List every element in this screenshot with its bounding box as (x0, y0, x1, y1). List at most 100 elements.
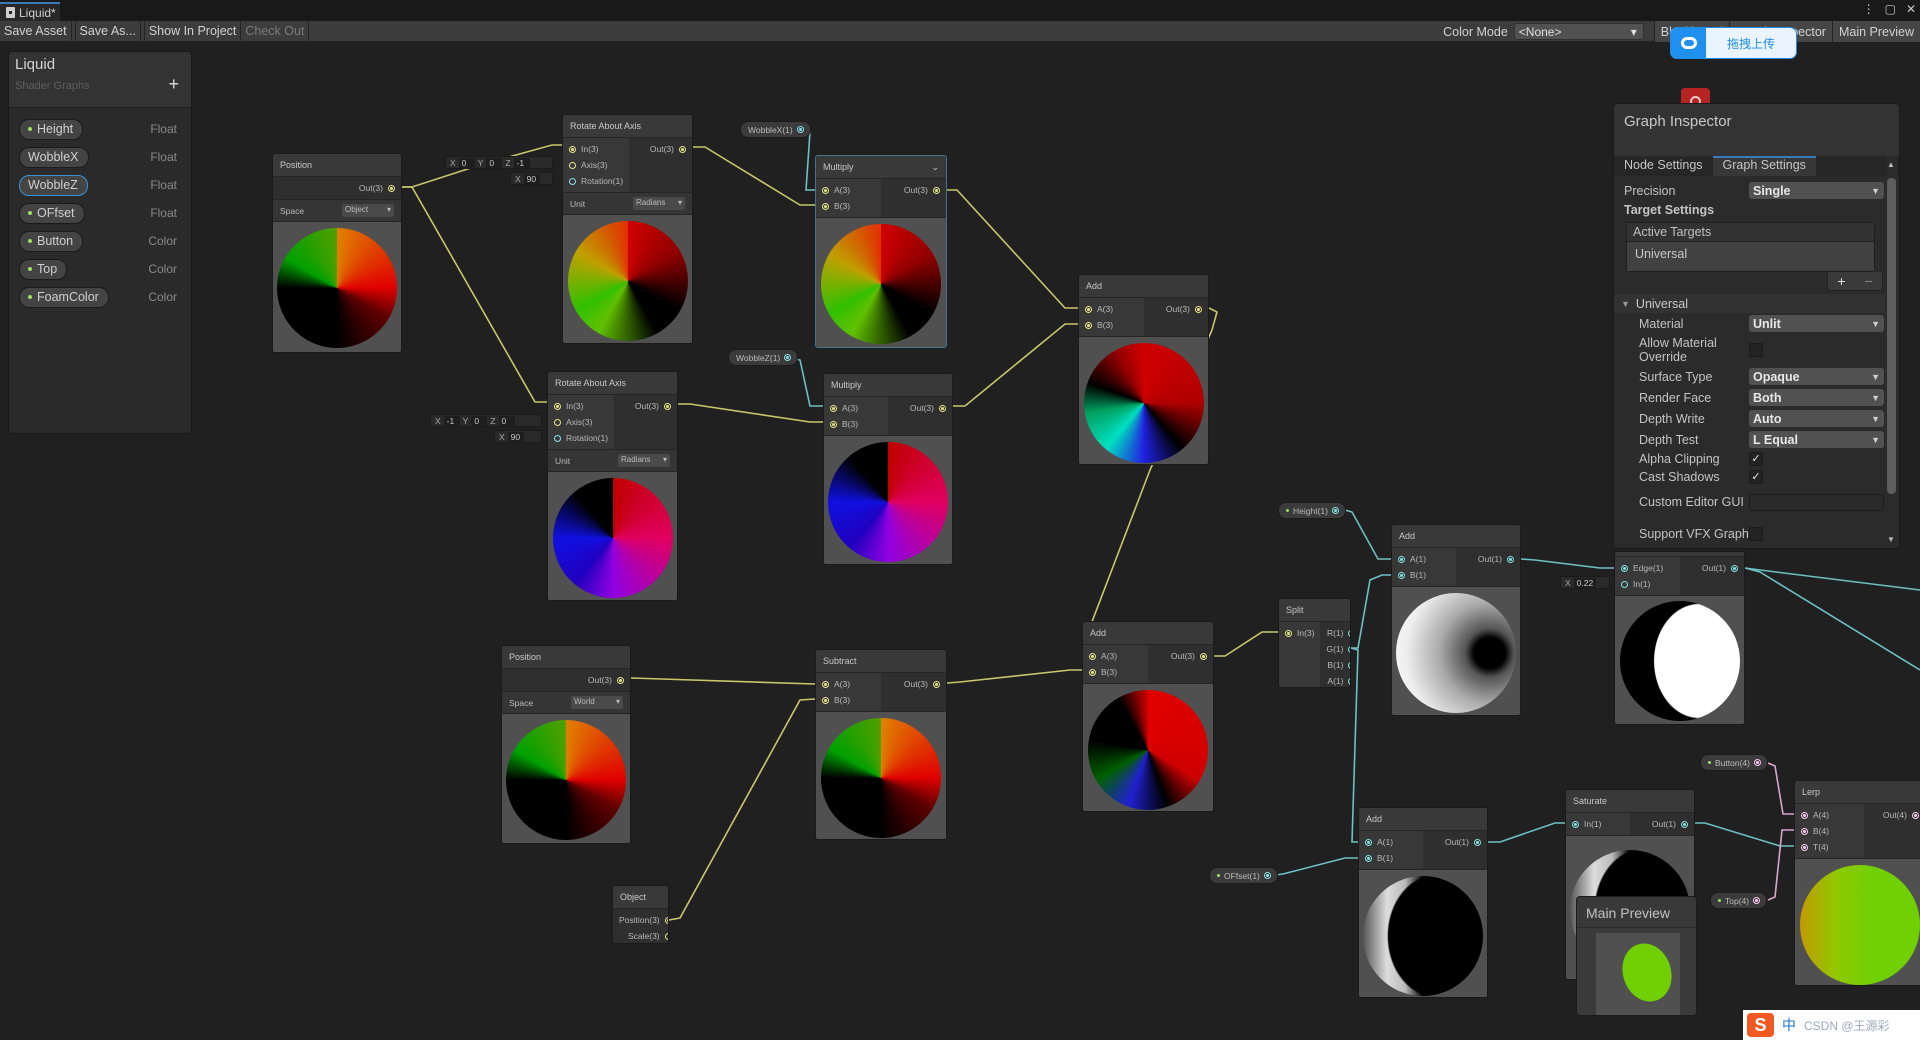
property-pill-offset[interactable]: OFfset (19, 202, 85, 224)
node-position-object[interactable]: Position Out(3) Space Object ▾ (272, 153, 402, 353)
unit-dropdown[interactable]: Radians ▾ (618, 454, 670, 467)
port-dot-icon[interactable] (1474, 838, 1481, 846)
port-dot-icon[interactable] (1801, 827, 1808, 835)
port-dot-icon[interactable] (554, 402, 561, 410)
port-a[interactable]: A(4) (1795, 807, 1864, 823)
universal-section-header[interactable]: ▼ Universal (1614, 294, 1885, 313)
port-dot-icon[interactable] (1195, 305, 1202, 313)
port-out[interactable]: Out(3) (502, 672, 630, 688)
property-node-button[interactable]: Button(4) (1700, 754, 1768, 771)
support-vfx-graph-checkbox[interactable] (1749, 527, 1763, 541)
property-row[interactable]: Top Color (9, 255, 191, 283)
property-pill-top[interactable]: Top (19, 258, 68, 280)
port-out[interactable]: Out(1) (1423, 834, 1487, 850)
property-row[interactable]: WobbleX Float (9, 143, 191, 171)
port-dot-icon[interactable] (1089, 668, 1096, 676)
node-add[interactable]: Add A(1) B(1) Out(1) (1358, 807, 1488, 998)
rotation-x-value[interactable]: 90 (507, 431, 524, 442)
precision-dropdown[interactable]: Single ▼ (1749, 182, 1884, 199)
sogou-logo-icon[interactable]: S (1747, 1013, 1774, 1037)
port-out[interactable]: Out(3) (273, 180, 401, 196)
port-a[interactable]: A(3) (1083, 648, 1148, 664)
node-multiply[interactable]: Multiply ⌄ A(3) B(3) Out(3) (815, 155, 947, 348)
rotation-input-field[interactable]: X 90 (510, 172, 553, 185)
port-axis[interactable]: Axis(3) (548, 414, 614, 430)
property-node-top[interactable]: Top(4) (1710, 892, 1768, 909)
port-dot-icon[interactable] (1621, 580, 1628, 588)
color-mode-select[interactable]: <None> ▾ (1513, 23, 1644, 40)
show-in-project-button[interactable]: Show In Project (145, 20, 242, 42)
port-dot-icon[interactable] (796, 126, 804, 133)
property-node-wobblez[interactable]: WobbleZ(1) (728, 349, 799, 366)
node-subtract[interactable]: Subtract A(3) B(3) Out(3) (815, 649, 947, 840)
in-x-value[interactable]: 0.22 (1573, 577, 1597, 588)
port-out[interactable]: Out(4) (1864, 807, 1920, 823)
port-dot-icon[interactable] (1801, 811, 1808, 819)
property-pill-wobblez[interactable]: WobbleZ (19, 174, 88, 196)
surface-type-dropdown[interactable]: Opaque ▼ (1749, 368, 1884, 385)
node-split[interactable]: Split In(3) R(1) G(1) B(1) A(1) (1278, 598, 1351, 688)
axis-input-field[interactable]: X0 Y0 Z -1 (445, 156, 553, 169)
port-dot-icon[interactable] (822, 186, 829, 194)
property-pill-button[interactable]: Button (19, 230, 84, 252)
render-face-dropdown[interactable]: Both ▼ (1749, 389, 1884, 406)
add-target-button[interactable]: + (1837, 273, 1845, 289)
port-out[interactable]: Out(3) (881, 676, 946, 692)
port-dot-icon[interactable] (569, 145, 576, 153)
depth-write-dropdown[interactable]: Auto ▼ (1749, 410, 1884, 427)
target-item-universal[interactable]: Universal (1627, 242, 1874, 271)
property-row[interactable]: FoamColor Color (9, 283, 191, 311)
property-pill-wobblex[interactable]: WobbleX (19, 146, 89, 168)
port-dot-icon[interactable] (1753, 897, 1761, 904)
property-node-offset[interactable]: OFfset(1) (1209, 867, 1278, 884)
rotation-x-value[interactable]: 90 (523, 173, 540, 184)
node-add[interactable]: Add A(1) B(1) Out(1) (1391, 524, 1521, 716)
port-dot-icon[interactable] (1285, 629, 1292, 637)
port-dot-icon[interactable] (1348, 677, 1350, 685)
port-position[interactable]: Position(3) (613, 912, 668, 928)
port-dot-icon[interactable] (784, 354, 792, 361)
port-dot-icon[interactable] (1398, 571, 1405, 579)
port-dot-icon[interactable] (830, 404, 837, 412)
port-a[interactable]: A(3) (816, 182, 881, 198)
rotation-input-field[interactable]: X 90 (494, 430, 542, 443)
scrollbar-thumb[interactable] (1887, 178, 1896, 494)
port-dot-icon[interactable] (1398, 555, 1405, 563)
more-options-icon[interactable]: ⋮ (1863, 2, 1875, 16)
port-a[interactable]: A(1) (1320, 673, 1350, 687)
allow-material-override-checkbox[interactable] (1749, 343, 1763, 357)
port-in[interactable]: In(3) (563, 141, 629, 157)
port-in[interactable]: In(1) (1615, 576, 1680, 592)
port-a[interactable]: A(3) (816, 676, 881, 692)
port-dot-icon[interactable] (1089, 652, 1096, 660)
port-b[interactable]: B(3) (1079, 317, 1144, 333)
port-dot-icon[interactable] (1507, 555, 1514, 563)
port-dot-icon[interactable] (822, 202, 829, 210)
port-a[interactable]: A(3) (824, 400, 888, 416)
material-dropdown[interactable]: Unlit ▼ (1749, 315, 1884, 332)
port-a[interactable]: A(1) (1359, 834, 1423, 850)
port-out[interactable]: Out(1) (1680, 560, 1745, 576)
port-dot-icon[interactable] (1348, 629, 1350, 637)
property-row[interactable]: OFfset Float (9, 199, 191, 227)
collapse-icon[interactable]: ⌄ (931, 162, 939, 172)
port-dot-icon[interactable] (1572, 820, 1579, 828)
port-dot-icon[interactable] (388, 184, 395, 192)
port-t[interactable]: T(4) (1795, 839, 1864, 855)
port-dot-icon[interactable] (1085, 321, 1092, 329)
port-axis[interactable]: Axis(3) (563, 157, 629, 173)
upload-overlay[interactable]: 拖拽上传 (1670, 27, 1797, 59)
port-dot-icon[interactable] (554, 418, 561, 426)
axis-z-value[interactable]: -1 (513, 157, 530, 168)
node-add[interactable]: Add A(3) B(3) Out(3) (1078, 274, 1209, 465)
port-in[interactable]: In(1) (1566, 816, 1630, 832)
cast-shadows-checkbox[interactable]: ✓ (1749, 470, 1763, 484)
axis-z-value[interactable]: 0 (498, 415, 515, 426)
save-as-button[interactable]: Save As... (76, 20, 141, 42)
alpha-clipping-checkbox[interactable]: ✓ (1749, 452, 1763, 466)
port-scale[interactable]: Scale(3) (613, 928, 668, 943)
remove-target-button[interactable]: − (1864, 273, 1872, 289)
main-preview-toggle[interactable]: Main Preview (1831, 21, 1920, 42)
port-a[interactable]: A(1) (1392, 551, 1456, 567)
port-dot-icon[interactable] (822, 696, 829, 704)
